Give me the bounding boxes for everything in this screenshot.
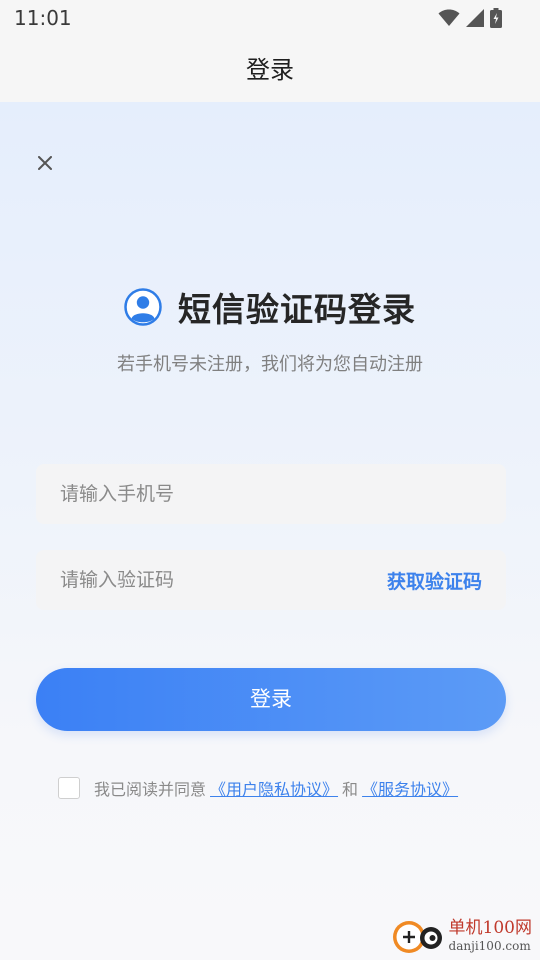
watermark-name: 单机100网 (448, 918, 532, 938)
phone-input[interactable] (36, 464, 506, 524)
title-bar: 登录 (0, 36, 540, 102)
agreement-checkbox[interactable] (58, 777, 80, 799)
code-input-container: 获取验证码 (36, 550, 506, 610)
battery-icon (490, 8, 502, 28)
page-title: 登录 (246, 56, 294, 84)
get-code-button[interactable]: 获取验证码 (387, 567, 482, 594)
user-circle-icon (124, 288, 162, 326)
close-icon (38, 156, 52, 170)
subtitle: 若手机号未注册，我们将为您自动注册 (117, 354, 423, 375)
service-agreement-link[interactable]: 《服务协议》 (362, 776, 458, 800)
heading-row: 短信验证码登录 (0, 282, 540, 332)
agreement-row: 我已阅读并同意 《用户隐私协议》 和 《服务协议》 (58, 776, 462, 800)
watermark-domain: danji100.com (448, 939, 531, 953)
watermark: 单机100网 danji100.com (389, 916, 532, 956)
status-icons (438, 8, 502, 28)
agreement-connector: 和 (342, 780, 359, 799)
agreement-prefix: 我已阅读并同意 (94, 780, 207, 799)
phone-input-container (36, 464, 506, 524)
cell-signal-icon (466, 9, 484, 27)
wifi-icon (438, 9, 460, 26)
close-button[interactable] (32, 150, 58, 176)
login-heading: 短信验证码登录 (178, 290, 416, 329)
status-bar: 11:01 (0, 0, 540, 36)
login-button[interactable]: 登录 (36, 668, 506, 731)
privacy-policy-link[interactable]: 《用户隐私协议》 (210, 776, 338, 800)
status-time: 11:01 (14, 6, 72, 30)
watermark-logo-icon (392, 921, 442, 953)
login-content: 短信验证码登录 若手机号未注册，我们将为您自动注册 获取验证码 登录 我已阅读并… (0, 102, 540, 960)
watermark-text: 单机100网 danji100.com (448, 918, 532, 953)
verification-code-input[interactable] (36, 550, 356, 610)
